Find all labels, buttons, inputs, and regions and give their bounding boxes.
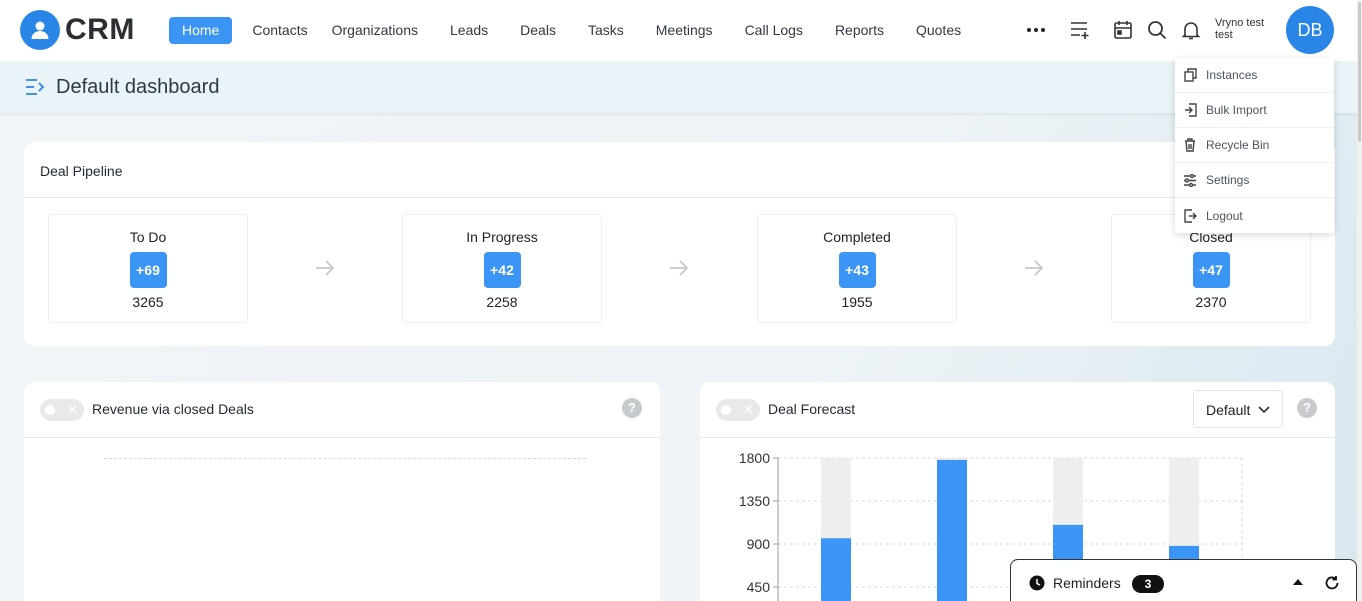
help-icon[interactable]: ? (1297, 398, 1317, 418)
stage-delta-badge: +47 (1192, 252, 1230, 288)
menu-item-bulk-import[interactable]: Bulk Import (1175, 93, 1334, 128)
card-title: Revenue via closed Deals (92, 401, 254, 417)
card-title: Deal Forecast (768, 401, 856, 417)
top-navbar: CRM Home Contacts Organizations Leads De… (0, 0, 1362, 61)
y-tick-label: 1800 (739, 450, 770, 466)
forecast-toggle[interactable]: ✕ (716, 399, 760, 421)
copy-icon (1183, 68, 1197, 82)
stage-count: 3265 (132, 294, 164, 310)
reminders-bar[interactable]: Reminders 3 (1010, 559, 1357, 601)
scrollbar-thumb[interactable] (1358, 2, 1361, 142)
y-tick-label: 450 (747, 579, 771, 595)
arrow-right-icon (314, 258, 336, 278)
trash-icon (1183, 138, 1197, 152)
y-tick-label: 900 (747, 536, 771, 552)
logo-text: CRM (65, 13, 135, 46)
avatar[interactable]: DB (1286, 6, 1334, 54)
page-header: Default dashboard (0, 61, 1357, 113)
stage-count: 2258 (486, 294, 518, 310)
nav-reports[interactable]: Reports (835, 17, 884, 44)
search-icon[interactable] (1146, 19, 1168, 41)
stage-delta-badge: +42 (483, 252, 521, 288)
empty-chart-line (104, 458, 586, 459)
more-horizontal-icon[interactable] (1025, 19, 1047, 41)
chevron-down-icon (1258, 406, 1270, 414)
arrow-right-icon (668, 258, 690, 278)
logo[interactable]: CRM (20, 10, 135, 50)
nav-call-logs[interactable]: Call Logs (745, 17, 803, 44)
nav-deals[interactable]: Deals (520, 17, 556, 44)
deal-pipeline-card: Deal Pipeline To Do +69 3265 In Progress… (24, 142, 1335, 346)
nav-meetings[interactable]: Meetings (656, 17, 713, 44)
bar[interactable] (821, 538, 851, 601)
sliders-icon (1183, 173, 1197, 187)
nav-leads[interactable]: Leads (450, 17, 488, 44)
calendar-icon[interactable] (1112, 19, 1134, 41)
bell-icon[interactable] (1180, 19, 1202, 41)
refresh-icon[interactable] (1324, 575, 1340, 591)
user-menu: Instances Bulk Import Recycle Bin Settin… (1175, 58, 1334, 233)
help-icon[interactable]: ? (622, 398, 642, 418)
pipeline-stage-completed[interactable]: Completed +43 1955 (757, 214, 957, 323)
card-title: Deal Pipeline (40, 163, 123, 179)
forecast-dropdown[interactable]: Default (1193, 390, 1283, 428)
page-title: Default dashboard (56, 76, 220, 98)
pipeline-stage-in-progress[interactable]: In Progress +42 2258 (402, 214, 602, 323)
sidebar-toggle-icon[interactable] (25, 78, 47, 101)
stage-delta-badge: +69 (129, 252, 167, 288)
divider (24, 197, 1335, 198)
user-logo-icon (20, 10, 60, 50)
stage-count: 2370 (1195, 294, 1227, 310)
nav-home[interactable]: Home (169, 17, 233, 44)
arrow-right-icon (1023, 258, 1045, 278)
menu-item-instances[interactable]: Instances (1175, 58, 1334, 93)
caret-up-icon[interactable] (1293, 579, 1303, 585)
close-icon: ✕ (743, 402, 754, 417)
reminders-count-badge: 3 (1132, 575, 1164, 593)
main-nav: Home Contacts Organizations Leads Deals … (169, 17, 961, 44)
nav-quotes[interactable]: Quotes (916, 17, 961, 44)
nav-contacts[interactable]: Contacts (252, 17, 307, 44)
revenue-toggle[interactable]: ✕ (40, 399, 84, 421)
stage-count: 1955 (841, 294, 873, 310)
user-name[interactable]: Vryno test test (1215, 17, 1264, 41)
reminders-label: Reminders (1053, 575, 1121, 591)
add-list-icon[interactable] (1070, 19, 1092, 41)
stage-delta-badge: +43 (838, 252, 876, 288)
logout-icon (1183, 208, 1197, 223)
close-icon: ✕ (67, 402, 78, 417)
y-tick-label: 1350 (739, 493, 770, 509)
clock-icon (1029, 575, 1045, 591)
import-icon (1183, 103, 1197, 117)
menu-item-logout[interactable]: Logout (1175, 198, 1334, 233)
nav-organizations[interactable]: Organizations (332, 17, 418, 44)
pipeline-stage-todo[interactable]: To Do +69 3265 (48, 214, 248, 323)
bar[interactable] (937, 459, 967, 601)
nav-tasks[interactable]: Tasks (588, 17, 624, 44)
menu-item-recycle-bin[interactable]: Recycle Bin (1175, 128, 1334, 163)
menu-item-settings[interactable]: Settings (1175, 163, 1334, 198)
revenue-card: ✕ Revenue via closed Deals ? (24, 382, 660, 601)
divider (24, 437, 660, 438)
